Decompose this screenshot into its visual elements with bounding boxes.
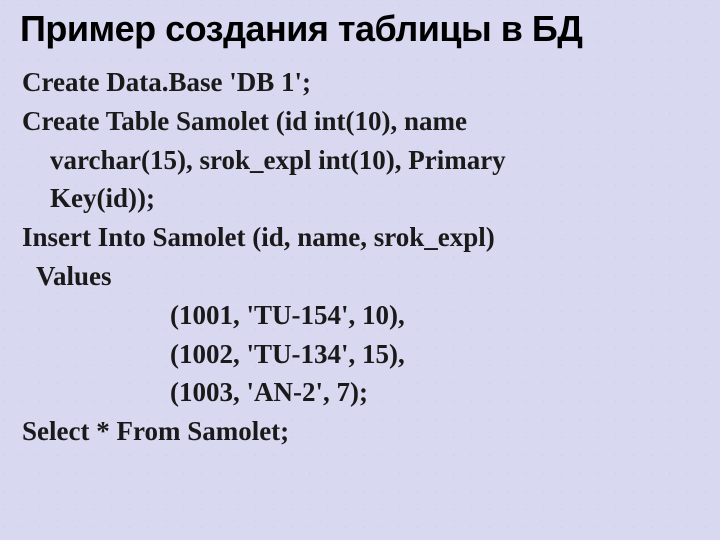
sql-content: Create Data.Base 'DB 1'; Create Table Sa…: [0, 64, 720, 451]
code-line: (1003, 'AN-2', 7);: [22, 374, 698, 412]
code-line: Create Data.Base 'DB 1';: [22, 64, 698, 102]
code-line: Insert Into Samolet (id, name, srok_expl…: [22, 219, 698, 257]
code-line: Select * From Samolet;: [22, 413, 698, 451]
code-line: varchar(15), srok_expl int(10), Primary: [22, 142, 698, 180]
slide-title: Пример создания таблицы в БД: [0, 0, 720, 64]
code-line: Values: [22, 258, 698, 296]
code-line: Create Table Samolet (id int(10), name: [22, 103, 698, 141]
code-line: (1001, 'TU-154', 10),: [22, 297, 698, 335]
code-line: (1002, 'TU-134', 15),: [22, 336, 698, 374]
code-line: Key(id));: [22, 180, 698, 218]
